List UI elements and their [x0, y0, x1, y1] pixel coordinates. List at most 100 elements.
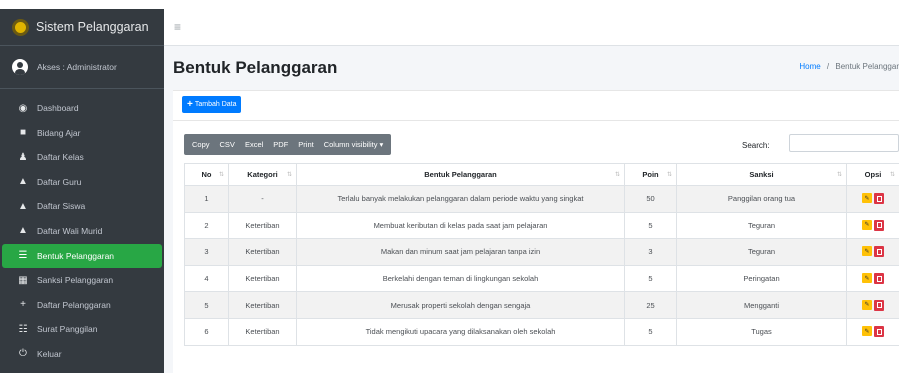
- sidebar-item-label: Dashboard: [37, 103, 79, 113]
- add-data-label: Tambah Data: [194, 101, 237, 108]
- delete-icon[interactable]: [874, 193, 884, 205]
- user-panel[interactable]: Akses : Administrator: [0, 46, 164, 89]
- sidebar-item-bentuk-pelanggaran[interactable]: ☰ Bentuk Pelanggaran: [2, 243, 162, 268]
- sidebar-item-bidang-ajar[interactable]: ■ Bidang Ajar: [2, 121, 162, 145]
- sidebar-nav: ◉ Dashboard ■ Bidang Ajar ♟ Daftar Kelas…: [0, 89, 164, 366]
- cell-kategori: Ketertiban: [228, 211, 297, 240]
- column-header-sanksi[interactable]: Sanksi ⇅: [676, 163, 847, 186]
- plus-icon: +: [20, 299, 26, 311]
- cell-poin: 5: [624, 211, 677, 240]
- copy-button[interactable]: Copy: [187, 140, 215, 149]
- column-visibility-button[interactable]: Column visibility ▾: [319, 140, 389, 149]
- cell-opsi: ✎: [846, 317, 899, 346]
- column-header-opsi[interactable]: Opsi ⇅: [846, 163, 899, 186]
- sidebar-item-label: Bentuk Pelanggaran: [37, 250, 115, 261]
- table-icon: ▦: [18, 274, 28, 286]
- sort-icon: ⇅: [666, 172, 672, 178]
- users-icon: ♟: [18, 151, 28, 163]
- user-avatar-icon: [12, 59, 28, 75]
- sidebar-item-keluar[interactable]: ⏻ Keluar: [2, 342, 162, 366]
- search-label: Search:: [742, 141, 770, 150]
- sort-icon: ⇅: [836, 172, 842, 178]
- column-header-poin[interactable]: Poin ⇅: [624, 163, 677, 186]
- sidebar-item-label: Daftar Pelanggaran: [37, 299, 111, 310]
- cell-kategori: Ketertiban: [228, 291, 297, 319]
- sidebar-item-dashboard[interactable]: ◉ Dashboard: [2, 96, 162, 120]
- cell-sanksi: Mengganti: [676, 291, 847, 319]
- cell-sanksi: Teguran: [676, 238, 847, 266]
- cell-opsi: ✎: [846, 211, 899, 240]
- cell-poin: 25: [624, 291, 677, 319]
- add-data-button[interactable]: + Tambah Data: [182, 96, 242, 113]
- power-icon: ⏻: [19, 348, 27, 360]
- csv-button[interactable]: CSV: [215, 140, 240, 149]
- table-header-row: No ⇅ Kategori ⇅ Bentuk Pelanggaran ⇅ Poin ⇅ …: [184, 163, 899, 186]
- excel-button[interactable]: Excel: [240, 140, 268, 149]
- breadcrumb-home-link[interactable]: Home: [799, 62, 820, 71]
- sidebar-item-daftar-siswa[interactable]: ▲ Daftar Siswa: [2, 194, 162, 218]
- cell-kategori: Ketertiban: [228, 238, 297, 266]
- parents-icon: ▲: [18, 225, 28, 237]
- table-row: 1 - Terlalu banyak melakukan pelanggaran…: [184, 185, 899, 213]
- cell-opsi: ✎: [846, 291, 899, 319]
- cell-poin: 3: [624, 238, 677, 266]
- top-edge: [0, 0, 899, 9]
- cell-kategori: Ketertiban: [228, 264, 297, 293]
- edit-icon[interactable]: ✎: [862, 246, 872, 257]
- sidebar-item-daftar-guru[interactable]: ▲ Daftar Guru: [2, 170, 162, 194]
- data-card: + Tambah Data Copy CSV Excel PDF Print C…: [173, 90, 899, 373]
- delete-icon[interactable]: [874, 326, 884, 338]
- user-role: Akses : Administrator: [37, 62, 117, 72]
- menu-toggle-icon[interactable]: ≡: [174, 20, 181, 34]
- sidebar-item-label: Daftar Siswa: [37, 201, 86, 212]
- cell-sanksi: Teguran: [676, 211, 847, 240]
- delete-icon[interactable]: [874, 299, 884, 311]
- plus-icon: +: [187, 99, 193, 110]
- sidebar-item-surat-panggilan[interactable]: ☷ Surat Panggilan: [2, 317, 162, 341]
- column-header-label: Opsi: [864, 170, 882, 179]
- column-header-kategori[interactable]: Kategori ⇅: [228, 163, 297, 186]
- sidebar-item-label: Sanksi Pelanggaran: [37, 275, 114, 286]
- students-icon: ▲: [18, 200, 28, 212]
- card-divider: [173, 120, 899, 121]
- export-toolbar: Copy CSV Excel PDF Print Column visibili…: [184, 134, 392, 155]
- delete-icon[interactable]: [874, 219, 884, 231]
- sidebar-item-label: Daftar Kelas: [37, 152, 84, 163]
- list-icon: ☰: [18, 250, 28, 262]
- sidebar-item-daftar-kelas[interactable]: ♟ Daftar Kelas: [2, 145, 162, 169]
- edit-icon[interactable]: ✎: [862, 219, 872, 230]
- sidebar-item-sanksi-pelanggaran[interactable]: ▦ Sanksi Pelanggaran: [2, 268, 162, 292]
- print-button[interactable]: Print: [293, 140, 318, 149]
- cell-bentuk: Membuat keributan di kelas pada saat jam…: [296, 211, 625, 240]
- pdf-button[interactable]: PDF: [268, 140, 293, 149]
- cell-sanksi: Tugas: [676, 317, 847, 346]
- column-header-label: Bentuk Pelanggaran: [424, 170, 497, 179]
- sidebar-item-daftar-wali-murid[interactable]: ▲ Daftar Wali Murid: [2, 219, 162, 243]
- edit-icon[interactable]: ✎: [862, 193, 872, 204]
- edit-icon[interactable]: ✎: [862, 273, 872, 284]
- page-title: Bentuk Pelanggaran: [173, 58, 338, 77]
- sidebar: Sistem Pelanggaran Akses : Administrator…: [0, 9, 164, 373]
- delete-icon[interactable]: [874, 273, 884, 285]
- breadcrumb: Home / Bentuk Pelanggar: [799, 62, 899, 71]
- cell-bentuk: Berkelahi dengan teman di lingkungan sek…: [296, 264, 625, 293]
- cell-poin: 50: [624, 185, 677, 213]
- breadcrumb-current: Bentuk Pelanggar: [835, 62, 899, 71]
- edit-icon[interactable]: ✎: [862, 299, 872, 310]
- cell-no: 4: [184, 264, 229, 293]
- cell-sanksi: Panggilan orang tua: [676, 185, 847, 213]
- delete-icon[interactable]: [874, 246, 884, 258]
- cell-kategori: -: [228, 185, 297, 213]
- sidebar-item-daftar-pelanggaran[interactable]: + Daftar Pelanggaran: [2, 293, 162, 317]
- book-icon: ■: [19, 127, 27, 139]
- column-header-no[interactable]: No ⇅: [184, 163, 229, 186]
- sidebar-item-label: Keluar: [37, 348, 62, 359]
- search-input[interactable]: [789, 134, 899, 152]
- edit-icon[interactable]: ✎: [862, 326, 872, 337]
- table-row: 6 Ketertiban Tidak mengikuti upacara yan…: [184, 317, 899, 346]
- column-header-bentuk-pelanggaran[interactable]: Bentuk Pelanggaran ⇅: [296, 163, 625, 186]
- dashboard-icon: ◉: [18, 102, 28, 114]
- cell-bentuk: Tidak mengikuti upacara yang dilaksanaka…: [296, 317, 625, 346]
- sidebar-item-label: Bidang Ajar: [37, 127, 81, 138]
- brand[interactable]: Sistem Pelanggaran: [0, 9, 164, 46]
